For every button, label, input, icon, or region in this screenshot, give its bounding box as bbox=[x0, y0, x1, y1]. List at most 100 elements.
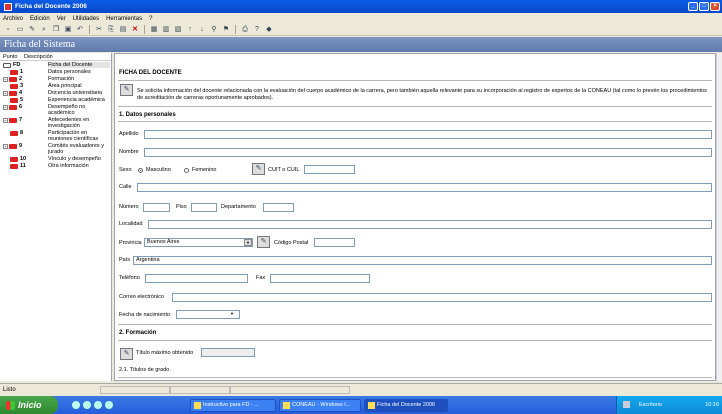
grid-icon[interactable]: ▦ bbox=[149, 25, 159, 34]
sexo-label: Sexo bbox=[119, 167, 132, 173]
numero-field[interactable] bbox=[143, 203, 170, 212]
minimize-button[interactable]: _ bbox=[688, 2, 698, 11]
folder-icon bbox=[9, 143, 17, 149]
paste-icon[interactable]: ▤ bbox=[118, 25, 128, 34]
print-icon[interactable]: ⎙ bbox=[240, 25, 250, 34]
correo-label: Correo electrónico bbox=[119, 294, 164, 300]
expand-icon[interactable]: + bbox=[3, 90, 8, 96]
diamond-icon[interactable]: ◆ bbox=[264, 25, 274, 34]
messenger-icon[interactable] bbox=[105, 401, 113, 409]
departamento-field[interactable] bbox=[263, 203, 294, 212]
divider bbox=[118, 324, 712, 325]
titulo-edit-icon[interactable]: ✎ bbox=[120, 348, 133, 360]
edit-icon[interactable]: ✎ bbox=[27, 25, 37, 34]
menu-help[interactable]: ? bbox=[149, 16, 152, 22]
expand-icon[interactable]: + bbox=[3, 104, 8, 110]
cuit-field[interactable] bbox=[304, 165, 355, 174]
cuit-edit-icon[interactable]: ✎ bbox=[252, 163, 265, 175]
masculino-radio[interactable] bbox=[138, 168, 143, 173]
help-icon[interactable]: ? bbox=[252, 25, 262, 34]
word-icon bbox=[194, 402, 201, 409]
localidad-field[interactable] bbox=[148, 220, 712, 229]
tree-item-5[interactable]: 5 Experiencia académica bbox=[0, 96, 111, 103]
quick-launch bbox=[72, 401, 113, 409]
tree-item-3[interactable]: 3 Área principal bbox=[0, 82, 111, 89]
find-icon[interactable]: ⌕ bbox=[39, 25, 49, 34]
media-icon[interactable] bbox=[94, 401, 102, 409]
task-coneau[interactable]: CONEAU - Windows I... bbox=[279, 399, 361, 412]
telefono-field[interactable] bbox=[145, 274, 248, 283]
menu-archivo[interactable]: Archivo bbox=[3, 16, 23, 22]
calle-label: Calle bbox=[119, 184, 132, 190]
app-icon bbox=[368, 402, 375, 409]
expand-icon[interactable]: + bbox=[3, 117, 8, 123]
tree-item-10[interactable]: 10 Vínculo y desempeño bbox=[0, 155, 111, 162]
copy-icon[interactable]: ⎘ bbox=[106, 25, 116, 34]
save-icon[interactable]: ▣ bbox=[63, 25, 73, 34]
menu-herramientas[interactable]: Herramientas bbox=[106, 16, 142, 22]
tree-item-6[interactable]: +6 Desempeño no académico bbox=[0, 103, 111, 116]
expand-icon[interactable]: + bbox=[3, 76, 8, 82]
toolbar-separator bbox=[89, 25, 90, 34]
provincia-select[interactable]: Buenos Aires bbox=[144, 238, 253, 247]
tree-header: Punto Descripción bbox=[0, 53, 111, 61]
desktop-icon[interactable] bbox=[83, 401, 91, 409]
task-ficha-docente[interactable]: Ficha del Docente 2006 bbox=[364, 399, 448, 412]
tree-item-9[interactable]: +9 Comités evaluadores y jurado bbox=[0, 142, 111, 155]
sort-desc-icon[interactable]: ↓ bbox=[197, 25, 207, 34]
close-button[interactable]: × bbox=[710, 2, 720, 11]
new-icon[interactable]: ▫ bbox=[3, 25, 13, 34]
status-panel bbox=[100, 386, 170, 394]
provincia-edit-icon[interactable]: ✎ bbox=[257, 236, 270, 248]
info-edit-icon[interactable]: ✎ bbox=[120, 84, 133, 96]
tree-item-7[interactable]: +7 Antecedentes en investigación bbox=[0, 116, 111, 129]
sort-asc-icon[interactable]: ↑ bbox=[185, 25, 195, 34]
section-formacion: 2. Formación bbox=[119, 330, 157, 336]
flag-icon[interactable]: ⚑ bbox=[221, 25, 231, 34]
tray-icon[interactable] bbox=[623, 401, 630, 408]
codigo-postal-field[interactable] bbox=[314, 238, 355, 247]
tree-item-8[interactable]: 8 Participación en reuniones científicas bbox=[0, 129, 111, 142]
tree-item-1[interactable]: 1 Datos personales bbox=[0, 68, 111, 75]
task-instructivo[interactable]: Instructivo para FD - ... bbox=[190, 399, 276, 412]
ie-icon bbox=[283, 402, 290, 409]
tree-item-fd[interactable]: FD Ficha del Docente bbox=[0, 61, 111, 68]
menu-utilidades[interactable]: Utilidades bbox=[73, 16, 99, 22]
status-panel bbox=[230, 386, 350, 394]
pais-field[interactable]: Argentina bbox=[133, 256, 712, 265]
ie-icon[interactable] bbox=[72, 401, 80, 409]
window-titlebar[interactable]: Ficha del Docente 2006 _ □ × bbox=[0, 0, 722, 13]
delete-icon[interactable]: ✕ bbox=[130, 25, 140, 34]
piso-label: Piso bbox=[176, 204, 187, 210]
tree-item-4[interactable]: +4 Docencia universitaria bbox=[0, 89, 111, 96]
chevron-down-icon[interactable]: ▼ bbox=[228, 311, 236, 318]
menu-ver[interactable]: Ver bbox=[57, 16, 66, 22]
tree-item-11[interactable]: 11 Otra información bbox=[0, 162, 111, 169]
form-icon[interactable]: ▧ bbox=[173, 25, 183, 34]
chevron-down-icon[interactable]: ▼ bbox=[244, 239, 252, 246]
copy-doc-icon[interactable]: ❐ bbox=[51, 25, 61, 34]
nombre-field[interactable] bbox=[144, 148, 712, 157]
start-button[interactable]: Inicio bbox=[0, 396, 58, 414]
correo-field[interactable] bbox=[172, 293, 712, 302]
open-icon[interactable]: ▭ bbox=[15, 25, 25, 34]
femenino-radio[interactable] bbox=[184, 168, 189, 173]
section-header: Ficha del Sistema bbox=[0, 37, 722, 52]
fax-field[interactable] bbox=[270, 274, 370, 283]
piso-field[interactable] bbox=[191, 203, 217, 212]
table-icon[interactable]: ▥ bbox=[161, 25, 171, 34]
calle-field[interactable] bbox=[137, 183, 712, 192]
filter-icon[interactable]: ⚲ bbox=[209, 25, 219, 34]
cut-icon[interactable]: ✂ bbox=[94, 25, 104, 34]
menu-edicion[interactable]: Edición bbox=[30, 16, 50, 22]
tray-text[interactable]: Escritorio bbox=[639, 402, 662, 408]
titulo-maximo-label: Título máximo obtenido bbox=[136, 350, 194, 356]
vertical-scrollbar[interactable] bbox=[716, 53, 722, 381]
tree-item-2[interactable]: +2 Formación bbox=[0, 75, 111, 82]
titulo-maximo-field[interactable] bbox=[201, 348, 255, 357]
undo-icon[interactable]: ↶ bbox=[75, 25, 85, 34]
folder-icon bbox=[10, 163, 18, 169]
apellido-field[interactable] bbox=[144, 130, 712, 139]
maximize-button[interactable]: □ bbox=[699, 2, 709, 11]
expand-icon[interactable]: + bbox=[3, 143, 8, 149]
